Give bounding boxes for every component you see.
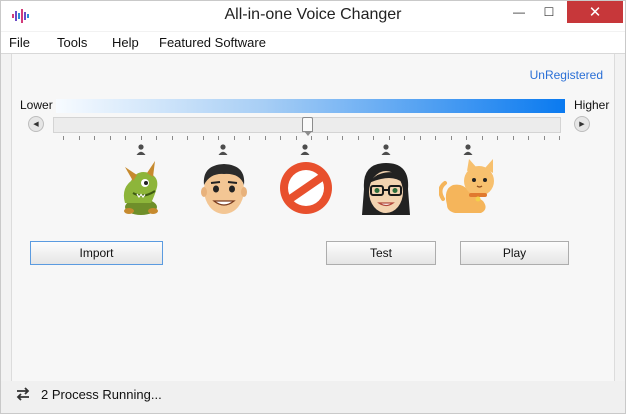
menu-item-file[interactable]: File (9, 35, 30, 50)
menu-item-tools[interactable]: Tools (57, 35, 87, 50)
person-marker-icon (136, 144, 146, 155)
slider-tick (435, 136, 436, 140)
pitch-lower-label: Lower (20, 98, 53, 112)
slider-tick (544, 136, 545, 140)
right-arrow-icon: ▶ (579, 121, 585, 128)
pitch-decrease-button[interactable]: ◀ (28, 116, 44, 132)
pitch-slider-ticks (63, 136, 560, 141)
slider-tick (342, 136, 343, 140)
close-icon: ✕ (588, 4, 602, 21)
maximize-icon: ☐ (543, 5, 555, 19)
slider-tick (249, 136, 250, 140)
slider-tick (63, 136, 64, 140)
pitch-increase-button[interactable]: ▶ (574, 116, 590, 132)
pitch-higher-label: Higher (574, 98, 610, 112)
menu-item-help[interactable]: Help (112, 35, 139, 50)
maximize-button[interactable]: ☐ (534, 1, 564, 23)
slider-tick (265, 136, 266, 140)
menu-bar: File Tools Help Featured Software (1, 32, 625, 54)
slider-tick (466, 136, 467, 140)
registration-status-link[interactable]: UnRegistered (530, 68, 603, 82)
slider-tick (125, 136, 126, 140)
slider-tick (141, 136, 142, 140)
slider-tick (280, 136, 281, 140)
slider-tick (451, 136, 452, 140)
person-marker-icon (300, 144, 310, 155)
person-marker-icon (463, 144, 473, 155)
slider-tick (420, 136, 421, 140)
slider-tick (187, 136, 188, 140)
slider-tick (94, 136, 95, 140)
dragon-icon[interactable] (111, 159, 171, 217)
pitch-slider-thumb[interactable] (302, 117, 313, 136)
slider-tick (218, 136, 219, 140)
status-text: 2 Process Running... (41, 387, 162, 402)
slider-tick (156, 136, 157, 140)
slider-tick (559, 136, 560, 140)
slider-tick (172, 136, 173, 140)
play-button[interactable]: Play (460, 241, 569, 265)
slider-tick (327, 136, 328, 140)
person-marker-icon (218, 144, 228, 155)
slider-tick (373, 136, 374, 140)
slider-tick (311, 136, 312, 140)
man-face-icon[interactable] (194, 159, 254, 217)
minimize-button[interactable]: — (504, 1, 534, 23)
slider-tick (234, 136, 235, 140)
process-transfer-icon (16, 387, 30, 401)
cat-icon[interactable] (439, 159, 499, 217)
title-bar[interactable]: All-in-one Voice Changer — ☐ ✕ (1, 1, 625, 31)
slider-tick (296, 136, 297, 140)
close-button[interactable]: ✕ (567, 1, 623, 23)
slider-tick (513, 136, 514, 140)
slider-tick (110, 136, 111, 140)
pitch-gradient-bar (56, 99, 565, 113)
woman-face-icon[interactable] (356, 159, 416, 217)
slider-tick (358, 136, 359, 140)
menu-item-featured-software[interactable]: Featured Software (159, 35, 266, 50)
test-button[interactable]: Test (326, 241, 436, 265)
slider-tick (79, 136, 80, 140)
slider-tick (528, 136, 529, 140)
slider-tick (404, 136, 405, 140)
slider-tick (497, 136, 498, 140)
slider-tick (389, 136, 390, 140)
left-arrow-icon: ◀ (33, 121, 39, 128)
no-effect-icon[interactable] (276, 159, 336, 217)
person-marker-icon (381, 144, 391, 155)
voice-changer-window: All-in-one Voice Changer — ☐ ✕ File Tool… (0, 0, 626, 414)
minimize-icon: — (513, 5, 525, 19)
slider-tick (482, 136, 483, 140)
slider-tick (203, 136, 204, 140)
import-button[interactable]: Import (30, 241, 163, 265)
